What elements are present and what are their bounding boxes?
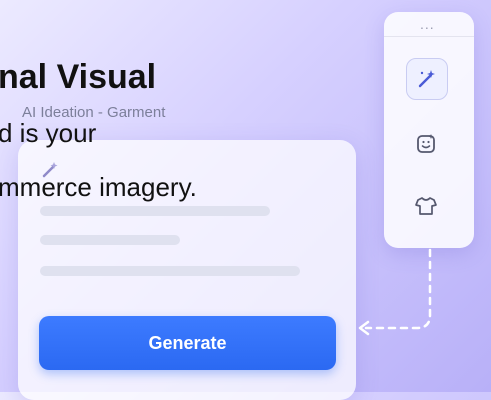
connector-arrow	[358, 248, 432, 336]
